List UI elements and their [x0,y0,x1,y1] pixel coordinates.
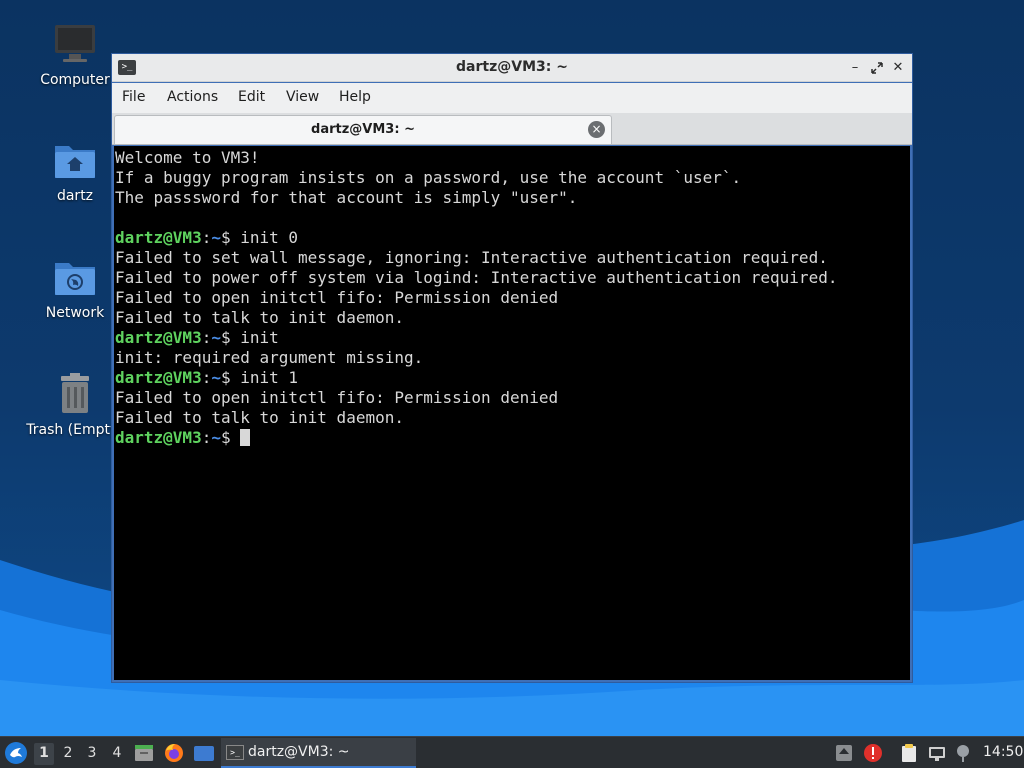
output-text: Failed to open initctl fifo: Permission … [115,388,559,407]
workspace-2[interactable]: 2 [58,743,78,765]
minimize-button[interactable]: – [846,59,864,77]
terminal-output-line: Failed to set wall message, ignoring: In… [115,248,910,268]
output-text: Welcome to VM3! [115,148,260,167]
terminal-output-line: Failed to power off system via logind: I… [115,268,910,288]
command-text: init 0 [240,228,299,247]
window-titlebar[interactable]: >_ dartz@VM3: ~ – ✕ [112,54,912,82]
workspace-1[interactable]: 1 [34,743,54,765]
taskbar-task-terminal[interactable]: >_ dartz@VM3: ~ [221,738,416,768]
menu-file[interactable]: File [122,89,145,105]
prompt-separator: : [201,328,212,347]
prompt-path: ~ [211,428,221,447]
prompt-user: dartz@VM3 [115,428,202,447]
network-folder-icon [55,263,95,295]
prompt-user: dartz@VM3 [115,368,202,387]
clock: 14:50 [983,744,1024,760]
prompt-path: ~ [211,228,221,247]
update-arrow-icon[interactable] [834,743,854,763]
terminal-window[interactable]: >_ dartz@VM3: ~ – ✕ File Actions Edit Vi… [111,53,913,683]
workspace-3[interactable]: 3 [82,743,102,765]
terminal-output-line: Failed to talk to init daemon. [115,308,910,328]
close-button[interactable]: ✕ [889,59,907,77]
output-text: Failed to talk to init daemon. [115,408,404,427]
menu-view[interactable]: View [286,89,319,105]
file-manager-icon[interactable] [133,742,155,764]
desktop-icon-computer[interactable]: Computer [25,22,125,88]
desktop-icon-label: Trash (Empty) [26,422,124,438]
terminal-output[interactable]: Welcome to VM3! If a buggy program insist… [114,146,910,680]
terminal-output-line: The passsword for that account is simply… [115,188,910,208]
firefox-icon[interactable] [163,742,185,764]
maximize-button[interactable] [868,59,886,77]
computer-icon [55,25,95,62]
output-text: The passsword for that account is simply… [115,188,578,207]
desktop-icon-label: dartz [56,188,94,204]
task-label: dartz@VM3: ~ [248,744,350,760]
terminal-prompt-line: dartz@VM3:~$ init 1 [115,368,910,388]
output-text: Failed to power off system via logind: I… [115,268,838,287]
desktop-icon[interactable] [193,742,215,764]
terminal-task-icon: >_ [226,745,244,760]
terminal-output-line: Failed to open initctl fifo: Permission … [115,288,910,308]
taskbar: 1 2 3 4 >_ dartz@VM3: ~ 14:50 [0,736,1024,768]
prompt-symbol: $ [220,368,241,387]
prompt-path: ~ [211,368,221,387]
prompt-path: ~ [211,328,221,347]
prompt-user: dartz@VM3 [115,328,202,347]
output-text: Failed to talk to init daemon. [115,308,404,327]
desktop-icon-network[interactable]: Network [25,255,125,321]
network-icon[interactable] [927,743,947,763]
prompt-separator: : [201,428,212,447]
prompt-symbol: $ [220,328,241,347]
terminal-output-line: Failed to open initctl fifo: Permission … [115,388,910,408]
prompt-user: dartz@VM3 [115,228,202,247]
terminal-output-line: init: required argument missing. [115,348,910,368]
window-title: dartz@VM3: ~ [456,59,568,75]
menu-edit[interactable]: Edit [238,89,265,105]
command-text: init [240,328,279,347]
desktop-icon-label: Computer [40,72,110,88]
menu-actions[interactable]: Actions [167,89,218,105]
home-folder-icon [55,146,95,178]
desktop-icon-trash[interactable]: Trash (Empty) [25,372,125,438]
output-text: Failed to set wall message, ignoring: In… [115,248,828,267]
alert-icon[interactable] [863,743,883,763]
prompt-separator: : [201,368,212,387]
command-text: init 1 [240,368,299,387]
trash-icon [61,373,89,413]
tab-close-button[interactable]: × [588,121,605,138]
terminal-output-line: Welcome to VM3! [115,148,910,168]
output-text: Failed to open initctl fifo: Permission … [115,288,559,307]
terminal-prompt-line: dartz@VM3:~$ init [115,328,910,348]
workspace-4[interactable]: 4 [107,743,127,765]
terminal-prompt-line: dartz@VM3:~$ [115,428,910,448]
clipboard-icon[interactable] [899,743,919,763]
prompt-symbol: $ [220,428,241,447]
menubar: File Actions Edit View Help [112,83,912,113]
terminal-cursor [240,429,251,446]
terminal-prompt-line: dartz@VM3:~$ init 0 [115,228,910,248]
terminal-output-line: If a buggy program insists on a password… [115,168,910,188]
output-text: If a buggy program insists on a password… [115,168,742,187]
tab-bar: dartz@VM3: ~ × [112,113,912,145]
desktop-icon-label: Network [45,305,105,321]
maximize-icon [871,62,883,74]
prompt-separator: : [201,228,212,247]
prompt-symbol: $ [220,228,241,247]
output-text: init: required argument missing. [115,348,424,367]
menu-help[interactable]: Help [339,89,371,105]
terminal-tab[interactable]: dartz@VM3: ~ × [114,115,612,144]
bluetooth-icon[interactable] [953,743,973,763]
start-menu-icon[interactable] [4,741,28,765]
desktop-icon-home[interactable]: dartz [25,138,125,204]
terminal-output-line: Failed to talk to init daemon. [115,408,910,428]
tab-label: dartz@VM3: ~ [311,122,415,137]
